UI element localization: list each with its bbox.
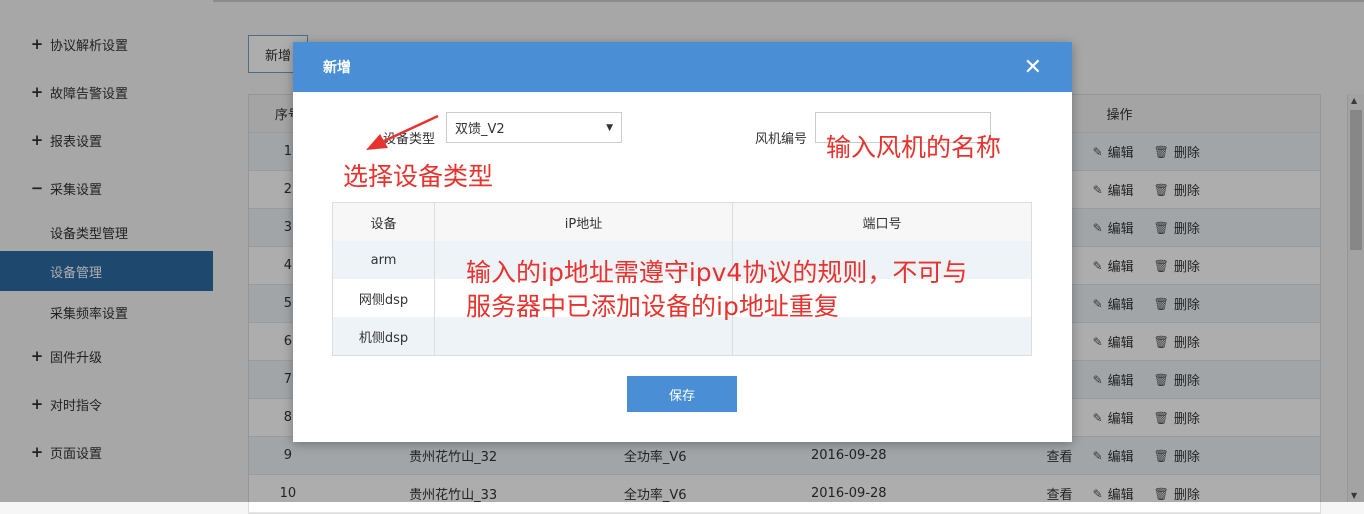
modal-header: 新增 ✕	[293, 42, 1072, 92]
device-type-select[interactable]: 双馈_V2 ▼	[446, 112, 622, 143]
annotation-ip-rule-line1: 输入的ip地址需遵守ipv4协议的规则，不可与	[466, 258, 968, 287]
save-button[interactable]: 保存	[627, 376, 737, 412]
header-ip: iP地址	[435, 203, 733, 241]
fan-id-label: 风机编号	[755, 132, 808, 147]
device-name: arm	[333, 241, 435, 279]
device-name: 网侧dsp	[333, 279, 435, 317]
header-port: 端口号	[862, 216, 902, 232]
device-type-label: 设备类型	[383, 132, 436, 147]
ip-table-header: 设备 iP地址 端口号	[333, 203, 1031, 241]
header-device: 设备	[333, 203, 435, 241]
modal-title: 新增	[323, 60, 351, 76]
annotation-select-device-type: 选择设备类型	[343, 162, 494, 191]
device-type-value: 双馈_V2	[455, 122, 505, 137]
annotation-ip-rule-line2: 服务器中已添加设备的ip地址重复	[466, 292, 839, 321]
caret-down-icon: ▼	[606, 122, 613, 133]
close-icon[interactable]: ✕	[1024, 55, 1042, 80]
add-device-modal: 新增 ✕ 设备类型 双馈_V2 ▼ 风机编号 设备 iP地址 端口号 arm 网…	[293, 42, 1072, 442]
annotation-fan-name: 输入风机的名称	[826, 133, 1002, 162]
device-name: 机侧dsp	[333, 317, 435, 355]
